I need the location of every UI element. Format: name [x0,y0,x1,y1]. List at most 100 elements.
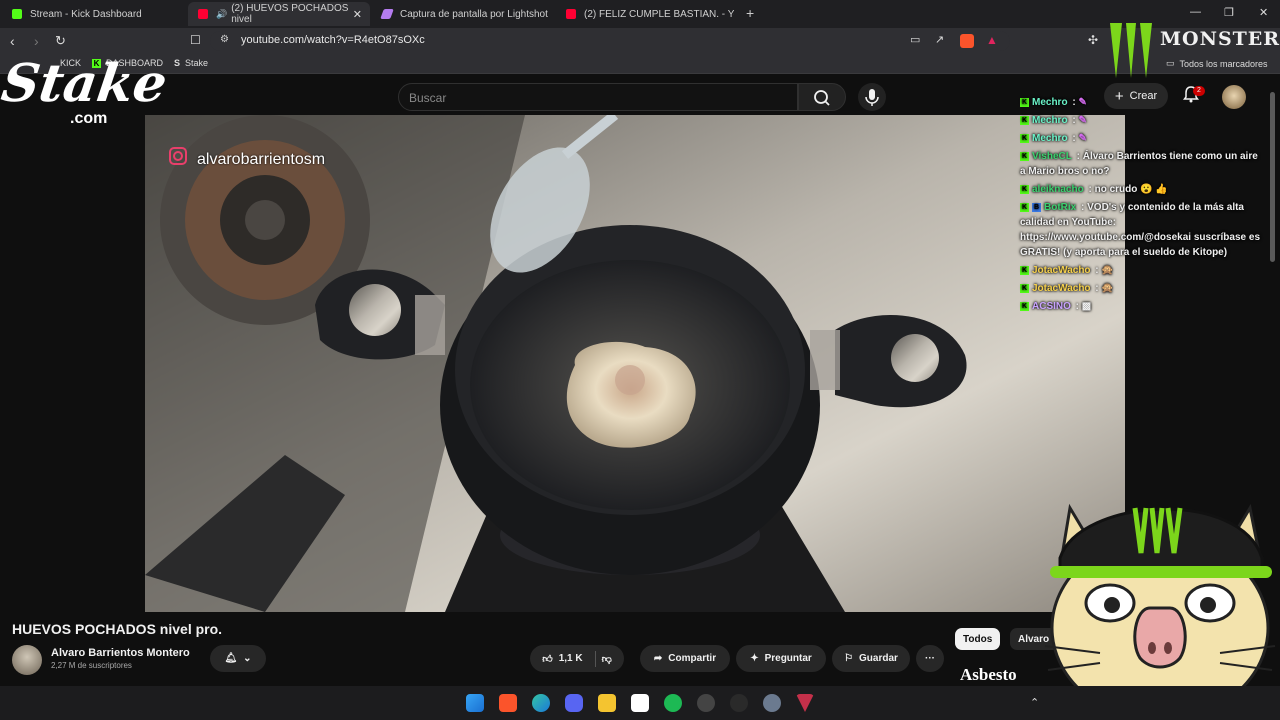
spotify-icon[interactable] [664,694,682,712]
stake-logo: Stake .com [0,53,177,138]
site-info-icon[interactable]: ⚙ [220,34,229,45]
kick-icon: K [1020,115,1029,125]
chat-text: no crudo [1094,184,1138,195]
voice-search-button[interactable] [858,83,886,111]
save-button[interactable]: ⚐ Guardar [832,645,910,672]
chat-message: K VisheCL : Álvaro Barrientos tiene como … [1020,151,1258,177]
minimize-icon[interactable]: — [1190,6,1201,18]
bookmark-label: Stake [185,58,209,68]
kick-icon: K [1020,283,1029,293]
speaker-icon: 🔊 [216,8,228,19]
chat-username: VisheCL [1032,151,1072,162]
settings-icon[interactable] [763,694,781,712]
extensions-icon[interactable]: ✣ [1088,33,1098,47]
kick-icon: K [1020,301,1029,311]
reload-icon[interactable]: ↻ [55,33,66,49]
address-bar-row: ‹ › ↻ ☐ ⚙ youtube.com/watch?v=R4etO87sOX… [0,28,1280,54]
windows-taskbar: ⌃ [0,686,1280,720]
like-button[interactable]: 👍︎ 1,1 K 👎︎ [530,645,624,672]
chat-message: K Mechro : ✎ [1020,97,1087,108]
like-count: 1,1 K [558,653,583,664]
chevron-up-icon[interactable]: ⌃ [1030,696,1039,709]
cast-icon[interactable]: ▭ [910,33,920,46]
bookmark-icon[interactable]: ☐ [190,33,201,47]
sparkle-icon: ✦ [750,653,759,664]
more-icon: ··· [925,653,935,664]
tab-lightshot[interactable]: Captura de pantalla por Lightshot [372,2,554,26]
url-text[interactable]: youtube.com/watch?v=R4etO87sOXc [241,34,425,46]
obs-icon[interactable] [631,694,649,712]
tab-title: (2) HUEVOS POCHADOS nivel [231,3,349,25]
chat-message: K JotacWacho : 🙊 [1020,265,1114,276]
more-actions-button[interactable]: ··· [916,645,944,672]
video-player[interactable]: alvarobarrientosm [145,115,1125,612]
chip-todos[interactable]: Todos [955,628,1001,650]
chat-username: JotacWacho [1032,283,1091,294]
tab-feliz-cumple[interactable]: (2) FELIZ CUMPLE BASTIAN. - YouTub [556,2,740,26]
search-icon [814,90,830,106]
channel-name[interactable]: Alvaro Barrientos Montero [51,647,190,659]
page-scrollbar[interactable] [1270,92,1275,262]
bot-badge-icon: B [1032,202,1041,212]
video-title: HUEVOS POCHADOS nivel pro. [12,621,223,637]
emote-icon: ✎ [1078,133,1087,144]
kick-icon: K [1020,97,1029,107]
omnibox[interactable]: ⚙ youtube.com/watch?v=R4etO87sOXc [210,31,1010,51]
ask-button[interactable]: ✦ Preguntar [736,645,826,672]
chip-label: Todos [963,633,993,645]
tab-kick-dashboard[interactable]: Stream - Kick Dashboard [2,2,186,26]
divider [594,650,596,667]
emote-icon: 🙊 [1101,283,1114,294]
browser-tabbar: Stream - Kick Dashboard 🔊 (2) HUEVOS POC… [0,0,1280,28]
kick-chat-overlay: K Mechro : ✎ K Mechro : ✎ K Mechro : ✎ K Vis… [1020,95,1260,317]
search-placeholder: Buscar [409,91,447,105]
emote-icon: 🙊 [1101,265,1114,276]
subscriber-count: 2,27 M de suscriptores [51,661,132,670]
emote-icon: ✎ [1078,97,1087,108]
file-explorer-icon[interactable] [598,694,616,712]
lightshot-icon [380,9,394,19]
tab-title: Stream - Kick Dashboard [30,8,142,20]
cat-mascot-overlay [1044,503,1276,720]
steam-icon[interactable] [697,694,715,712]
tab-huevos-pochados[interactable]: 🔊 (2) HUEVOS POCHADOS nivel ✕ [188,2,370,26]
subscription-bell-button[interactable]: 🔔︎ ⌄ [210,645,266,672]
chat-username: Mechro [1032,97,1068,108]
chevron-down-icon: ⌄ [243,653,252,664]
chat-username: Mechro [1032,133,1068,144]
edge-browser-icon[interactable] [532,694,550,712]
app-icon[interactable] [730,694,748,712]
vpn-icon[interactable] [796,694,814,712]
brave-browser-icon[interactable] [499,694,517,712]
brave-shield-icon[interactable] [960,34,974,48]
channel-avatar[interactable] [12,645,42,675]
share-button[interactable]: ➦ Compartir [640,645,730,672]
overlay-bottom-text: Asbesto [960,665,1017,684]
kick-icon: K [1020,133,1029,143]
thumbs-down-icon[interactable]: 👎︎ [602,653,612,665]
share-icon: ➦ [653,653,663,664]
forward-icon[interactable]: › [34,33,39,49]
discord-icon[interactable] [565,694,583,712]
youtube-icon [566,9,576,19]
bookmarks-bar: KICK K DASHBOARD S Stake ▭ Todos los mar… [0,54,1280,74]
thumbs-up-icon: 👍︎ [542,653,553,665]
chat-message: K Mechro : ✎ [1020,133,1087,144]
emote-icon: ▩ [1081,301,1092,312]
windows-start-icon[interactable] [466,694,484,712]
brave-rewards-icon[interactable]: ▲ [986,33,998,47]
close-tab-icon[interactable]: ✕ [353,8,362,21]
new-tab-button[interactable]: + [746,5,754,21]
chat-message: Kaleiknacho : no crudo 😮 👍 [1020,184,1168,195]
kick-icon [12,9,22,19]
share-icon[interactable]: ↗ [935,33,944,46]
search-button[interactable] [798,83,846,111]
kick-icon: K [1020,265,1029,275]
kick-icon: K [1020,151,1029,161]
search-input[interactable]: Buscar [398,83,798,111]
kick-icon: K [1020,184,1029,194]
back-icon[interactable]: ‹ [10,33,15,49]
youtube-icon [198,9,208,19]
kick-icon: K [1020,202,1029,212]
tab-title: (2) FELIZ CUMPLE BASTIAN. - YouTub [584,8,734,20]
